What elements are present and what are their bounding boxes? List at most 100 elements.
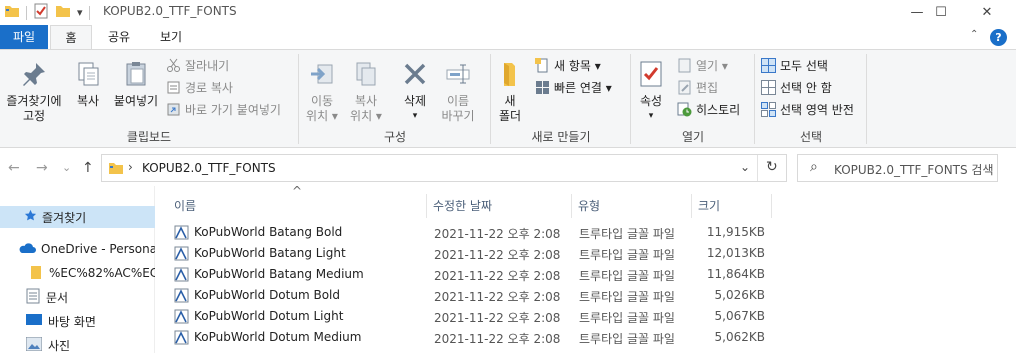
new-folder-label-1: 새 (504, 94, 516, 108)
file-type: 트루타입 글꼴 파일 (579, 248, 675, 262)
table-row[interactable]: KoPubWorld Dotum Light 2021-11-22 오후 2:0… (170, 306, 1010, 327)
nav-item-label: 바탕 화면 (48, 314, 96, 329)
column-header-modified[interactable]: 수정한 날짜 (427, 194, 572, 218)
history-button[interactable]: 히스토리 (677, 100, 740, 118)
rename-button[interactable]: 이름 바꾸기 (436, 60, 480, 124)
move-to-label-2: 위치 ▾ (306, 109, 338, 123)
search-box[interactable]: ⌕ KOPUB2.0_TTF_FONTS 검색 (797, 154, 998, 182)
nav-item-quick-access[interactable]: 즐겨찾기 (0, 206, 155, 228)
table-row[interactable]: KoPubWorld Batang Bold 2021-11-22 오후 2:0… (170, 222, 1010, 243)
file-modified: 2021-11-22 오후 2:08 (434, 332, 561, 346)
help-icon[interactable]: ? (990, 29, 1007, 46)
edit-label: 편집 (696, 80, 719, 95)
new-item-label: 새 항목 ▾ (554, 58, 601, 73)
clipboard-group-label: 클립보드 (126, 130, 172, 144)
column-header-size[interactable]: 크기 (692, 194, 772, 218)
select-none-button[interactable]: 선택 안 함 (761, 78, 832, 96)
ribbon-tabs: 파일 홈 공유 보기 ⌃ ? (0, 25, 1016, 50)
file-type: 트루타입 글꼴 파일 (579, 227, 675, 241)
group-divider (754, 54, 755, 144)
forward-button[interactable]: → (36, 160, 48, 176)
back-button[interactable]: ← (8, 160, 20, 176)
new-folder-icon (494, 60, 526, 92)
properties-checkmark-icon[interactable] (33, 3, 49, 22)
delete-x-icon (396, 60, 434, 92)
search-input[interactable]: KOPUB2.0_TTF_FONTS 검색 (834, 161, 994, 178)
folder-location-icon (108, 160, 124, 179)
new-folder-icon[interactable] (55, 3, 71, 22)
pin-to-quick-access-button[interactable]: 즐겨찾기에 고정 (2, 60, 66, 124)
rename-label-2: 바꾸기 (441, 109, 475, 123)
navigation-pane: 즐겨찾기 OneDrive - Personal %EC%82%AC%EC%9 … (0, 186, 155, 353)
close-button[interactable]: ✕ (964, 0, 1010, 24)
new-folder-button[interactable]: 새 폴더 (494, 60, 526, 124)
easy-access-label: 빠른 연결 ▾ (554, 80, 612, 95)
recent-locations-button[interactable]: ⌄ (62, 161, 71, 174)
paste-button[interactable]: 붙여넣기 (108, 60, 164, 109)
open-icon (677, 58, 692, 73)
properties-icon (634, 60, 668, 92)
paste-shortcut-button[interactable]: 바로 가기 붙여넣기 (166, 100, 281, 118)
copy-button[interactable]: 복사 (70, 60, 106, 109)
customize-dropdown-icon[interactable]: ▾ (77, 6, 83, 19)
new-item-button[interactable]: 새 항목 ▾ (535, 56, 601, 74)
divider (757, 155, 758, 181)
select-all-button[interactable]: 모두 선택 (761, 56, 828, 74)
maximize-button[interactable]: ☐ (918, 0, 964, 24)
file-name: KoPubWorld Dotum Light (194, 309, 344, 323)
file-size: 11,915KB (706, 225, 765, 239)
nav-item-onedrive[interactable]: OneDrive - Personal (0, 238, 155, 260)
tab-share[interactable]: 공유 (96, 25, 142, 49)
rename-label-1: 이름 (446, 94, 470, 108)
paste-icon (108, 60, 164, 92)
invert-selection-label: 선택 영역 반전 (780, 102, 854, 117)
quick-access-toolbar: ▾ (4, 3, 90, 22)
column-header-name[interactable]: 이름 (168, 194, 427, 218)
address-dropdown-button[interactable]: ⌄ (740, 160, 750, 174)
refresh-button[interactable]: ↻ (766, 159, 778, 175)
properties-button[interactable]: 속성 ▾ (634, 60, 668, 124)
file-type: 트루타입 글꼴 파일 (579, 269, 675, 283)
copy-to-button[interactable]: 복사 위치 ▾ (346, 60, 386, 124)
nav-item-encoded-folder[interactable]: %EC%82%AC%EC%9 (0, 262, 155, 284)
title-bar: ▾ KOPUB2.0_TTF_FONTS — ☐ ✕ (0, 0, 1016, 24)
tab-file[interactable]: 파일 (0, 25, 48, 49)
file-size: 5,067KB (714, 309, 765, 323)
breadcrumb[interactable]: KOPUB2.0_TTF_FONTS (142, 161, 276, 175)
invert-selection-icon (761, 101, 776, 117)
tab-view[interactable]: 보기 (146, 25, 196, 49)
table-row[interactable]: KoPubWorld Dotum Bold 2021-11-22 오후 2:08… (170, 285, 1010, 306)
font-file-icon (174, 246, 189, 261)
tab-home[interactable]: 홈 (50, 25, 92, 50)
column-header-type[interactable]: 유형 (572, 194, 692, 218)
paste-shortcut-icon (166, 102, 181, 117)
table-row[interactable]: KoPubWorld Batang Medium 2021-11-22 오후 2… (170, 264, 1010, 285)
file-modified: 2021-11-22 오후 2:08 (434, 227, 561, 241)
nav-item-pictures[interactable]: 사진 (0, 334, 155, 353)
invert-selection-button[interactable]: 선택 영역 반전 (761, 100, 854, 118)
cut-button[interactable]: 잘라내기 (166, 56, 229, 74)
delete-label-1: 삭제 (403, 94, 427, 108)
table-row[interactable]: KoPubWorld Dotum Medium 2021-11-22 오후 2:… (170, 327, 1010, 348)
nav-item-documents[interactable]: 문서 (0, 286, 155, 308)
select-all-icon (761, 57, 776, 73)
folder-window-icon (4, 3, 20, 22)
file-name: KoPubWorld Dotum Bold (194, 288, 340, 302)
delete-button[interactable]: 삭제 ▾ (396, 60, 434, 124)
pin-icon (2, 60, 66, 92)
font-file-icon (174, 288, 189, 303)
file-modified: 2021-11-22 오후 2:08 (434, 290, 561, 304)
font-file-icon (174, 330, 189, 345)
collapse-ribbon-icon[interactable]: ⌃ (970, 29, 978, 40)
file-size: 12,013KB (706, 246, 765, 260)
breadcrumb-separator[interactable]: › (128, 160, 133, 174)
edit-button[interactable]: 편집 (677, 78, 718, 96)
nav-item-desktop[interactable]: 바탕 화면 (0, 310, 155, 332)
up-button[interactable]: ↑ (82, 160, 94, 176)
table-row[interactable]: KoPubWorld Batang Light 2021-11-22 오후 2:… (170, 243, 1010, 264)
address-bar[interactable]: › KOPUB2.0_TTF_FONTS ⌄ ↻ (101, 154, 787, 182)
copy-path-button[interactable]: 경로 복사 (166, 78, 233, 96)
easy-access-button[interactable]: 빠른 연결 ▾ (535, 78, 612, 96)
open-button[interactable]: 열기 ▾ (677, 56, 728, 74)
move-to-button[interactable]: 이동 위치 ▾ (302, 60, 342, 124)
